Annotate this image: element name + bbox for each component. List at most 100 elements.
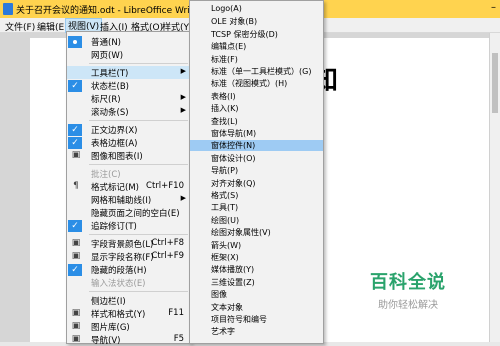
view-menu-item[interactable]: ✓ 表格边框(A): [67, 136, 190, 149]
toolbar-submenu-item-label: 媒体播放(Y): [211, 265, 255, 275]
toolbar-submenu-item[interactable]: 媒体播放(Y): [190, 264, 323, 275]
toolbar-submenu-item-label: 绘图(U): [211, 215, 240, 225]
view-menu-item[interactable]: ✓ 状态栏(B): [67, 79, 190, 92]
view-menu-item-label: 普通(N): [91, 38, 121, 48]
writer-app-icon: [3, 3, 13, 15]
toolbar-submenu-item-label: 导航(P): [211, 166, 239, 176]
toolbar-submenu-item[interactable]: 标准（视图模式）(H): [190, 78, 323, 89]
toolbar-submenu-item[interactable]: 标准(F): [190, 54, 323, 65]
view-menu-item-label: 批注(C): [91, 170, 121, 180]
view-menu-item-label: 工具栏(T): [91, 69, 129, 79]
toolbar-submenu-item[interactable]: 工具(T): [190, 202, 323, 213]
view-menu-item[interactable]: 隐藏页面之间的空白(E): [67, 206, 190, 219]
toolbar-submenu-item[interactable]: OLE 对象(B): [190, 16, 323, 27]
radio-selected-icon: [68, 36, 82, 48]
toolbar-submenu-item-label: 表格(I): [211, 91, 236, 101]
view-menu-item[interactable]: 侧边栏(I): [67, 294, 190, 307]
toolbar-submenu-item-label: 项目符号和编号: [211, 315, 267, 324]
submenu-arrow-icon: ▶: [180, 93, 186, 101]
toolbar-submenu-item[interactable]: 窗体设计(O): [190, 153, 323, 164]
view-menu-item[interactable]: ▣ 字段背景颜色(L) Ctrl+F8: [67, 237, 190, 250]
view-menu-item[interactable]: 标尺(R) ▶: [67, 92, 190, 105]
toolbar-submenu-item[interactable]: 绘图对象属性(V): [190, 227, 323, 238]
view-menu-item[interactable]: 普通(N): [67, 35, 190, 48]
toolbar-submenu-item[interactable]: 对齐对象(Q): [190, 178, 323, 189]
watermark-subtitle: 助你轻松解决: [378, 300, 438, 311]
menu-item-icon: ▣: [71, 308, 81, 318]
toolbar-submenu-item[interactable]: 标准（单一工具栏模式）(G): [190, 66, 323, 77]
toolbar-submenu-item[interactable]: 箭头(W): [190, 240, 323, 251]
toolbar-submenu-item[interactable]: 绘图(U): [190, 215, 323, 226]
toolbar-submenu-item[interactable]: TCSP 保密分级(D): [190, 29, 323, 40]
menu-separator: [89, 234, 188, 235]
view-menu-item[interactable]: 工具栏(T) ▶: [67, 66, 190, 79]
toolbar-submenu-item[interactable]: 文本对象: [190, 302, 323, 313]
checkmark-icon: ✓: [68, 137, 82, 149]
view-menu-item[interactable]: ▣ 图片库(G): [67, 320, 190, 333]
vertical-scrollbar[interactable]: [489, 33, 500, 342]
toolbar-submenu-item[interactable]: Logo(A): [190, 4, 323, 15]
toolbar-submenu-item-label: 标准（单一工具栏模式）(G): [211, 67, 312, 76]
menu-file[interactable]: 文件(F): [5, 20, 35, 33]
view-menu-item[interactable]: ✓ 正文边界(X): [67, 123, 190, 136]
view-menu-item-label: 字段背景颜色(L): [91, 240, 154, 250]
view-menu-item-label: 状态栏(B): [91, 82, 129, 92]
minimize-button[interactable]: –: [491, 2, 496, 13]
menu-separator: [89, 291, 188, 292]
toolbar-submenu-item[interactable]: 导航(P): [190, 165, 323, 176]
menu-edit[interactable]: 编辑(E): [37, 20, 68, 33]
shortcut-label: Ctrl+F9: [151, 251, 184, 261]
window-title: 关于召开会议的通知.odt - LibreOffice Writer: [16, 6, 203, 16]
scrollbar-thumb[interactable]: [492, 53, 498, 113]
view-menu-item[interactable]: 网格和辅助线(I) ▶: [67, 193, 190, 206]
toolbar-submenu-item[interactable]: 艺术字: [190, 326, 323, 337]
toolbar-submenu-item[interactable]: 查找(L): [190, 116, 323, 127]
view-menu-item[interactable]: ✓ 隐藏的段落(H): [67, 263, 190, 276]
view-menu-item[interactable]: ▣ 图像和图表(I): [67, 149, 190, 162]
view-menu-item[interactable]: ✓ 追踪修订(T): [67, 219, 190, 232]
view-menu-item[interactable]: ▣ 导航(V) F5: [67, 333, 190, 346]
view-menu-item-label: 导航(V): [91, 336, 121, 346]
view-menu: 普通(N) 网页(W) 工具栏(T) ▶ ✓ 状态栏(B) 标尺(R) ▶ 滚动条(S) ▶ ✓ 正文…: [66, 31, 191, 346]
menu-item-icon: ▣: [71, 321, 81, 331]
view-menu-item[interactable]: 滚动条(S) ▶: [67, 105, 190, 118]
menu-item-icon: ▣: [71, 251, 81, 261]
view-menu-item[interactable]: ▣ 样式和格式(Y) F11: [67, 307, 190, 320]
toolbar-submenu-item-label: TCSP 保密分级(D): [211, 29, 278, 39]
checkmark-icon: ✓: [68, 220, 82, 232]
toolbar-submenu-item[interactable]: 窗体导航(M): [190, 128, 323, 139]
toolbars-submenu: Logo(A) OLE 对象(B) TCSP 保密分级(D) 编辑点(E) 标准(F) 标…: [189, 0, 324, 344]
view-menu-item[interactable]: 网页(W): [67, 48, 190, 61]
toolbar-submenu-item-label: 编辑点(E): [211, 42, 247, 52]
menu-separator: [89, 120, 188, 121]
toolbar-submenu-item[interactable]: 项目符号和编号: [190, 314, 323, 325]
toolbar-submenu-item[interactable]: 框架(X): [190, 252, 323, 263]
toolbar-submenu-item[interactable]: 格式(S): [190, 190, 323, 201]
submenu-arrow-icon: ▶: [180, 67, 186, 75]
toolbar-submenu-item-label: 窗体设计(O): [211, 153, 256, 163]
toolbar-submenu-item[interactable]: 表格(I): [190, 91, 323, 102]
toolbar-submenu-item[interactable]: 窗体控件(N): [190, 140, 323, 152]
view-menu-item-label: 网格和辅助线(I): [91, 196, 152, 206]
toolbar-submenu-item[interactable]: 插入(K): [190, 103, 323, 114]
toolbar-submenu-item-label: OLE 对象(B): [211, 17, 258, 27]
view-menu-item-label: 隐藏页面之间的空白(E): [91, 209, 180, 219]
toolbar-submenu-item[interactable]: 图像: [190, 289, 323, 300]
view-menu-item[interactable]: ▣ 显示字段名称(F) Ctrl+F9: [67, 250, 190, 263]
toolbar-submenu-item[interactable]: 编辑点(E): [190, 41, 323, 52]
toolbar-submenu-item-label: 标准（视图模式）(H): [211, 79, 288, 89]
menu-item-icon: ▣: [71, 150, 81, 160]
watermark-title: 百科全说: [370, 272, 446, 293]
view-menu-item-label: 表格边框(A): [91, 139, 138, 149]
shortcut-label: F5: [173, 334, 184, 344]
menu-separator: [89, 63, 188, 64]
view-menu-item: 批注(C): [67, 167, 190, 180]
shortcut-label: Ctrl+F10: [146, 181, 184, 191]
shortcut-label: F11: [168, 308, 184, 318]
toolbar-submenu-item-label: 艺术字: [211, 327, 235, 337]
toolbar-submenu-item[interactable]: 三维设置(Z): [190, 277, 323, 288]
view-menu-item-label: 标尺(R): [91, 95, 121, 105]
view-menu-item[interactable]: ¶ 格式标记(M) Ctrl+F10: [67, 180, 190, 193]
toolbar-submenu-item-label: 格式(S): [211, 191, 239, 200]
toolbar-submenu-item-label: 三维设置(Z): [211, 277, 255, 287]
